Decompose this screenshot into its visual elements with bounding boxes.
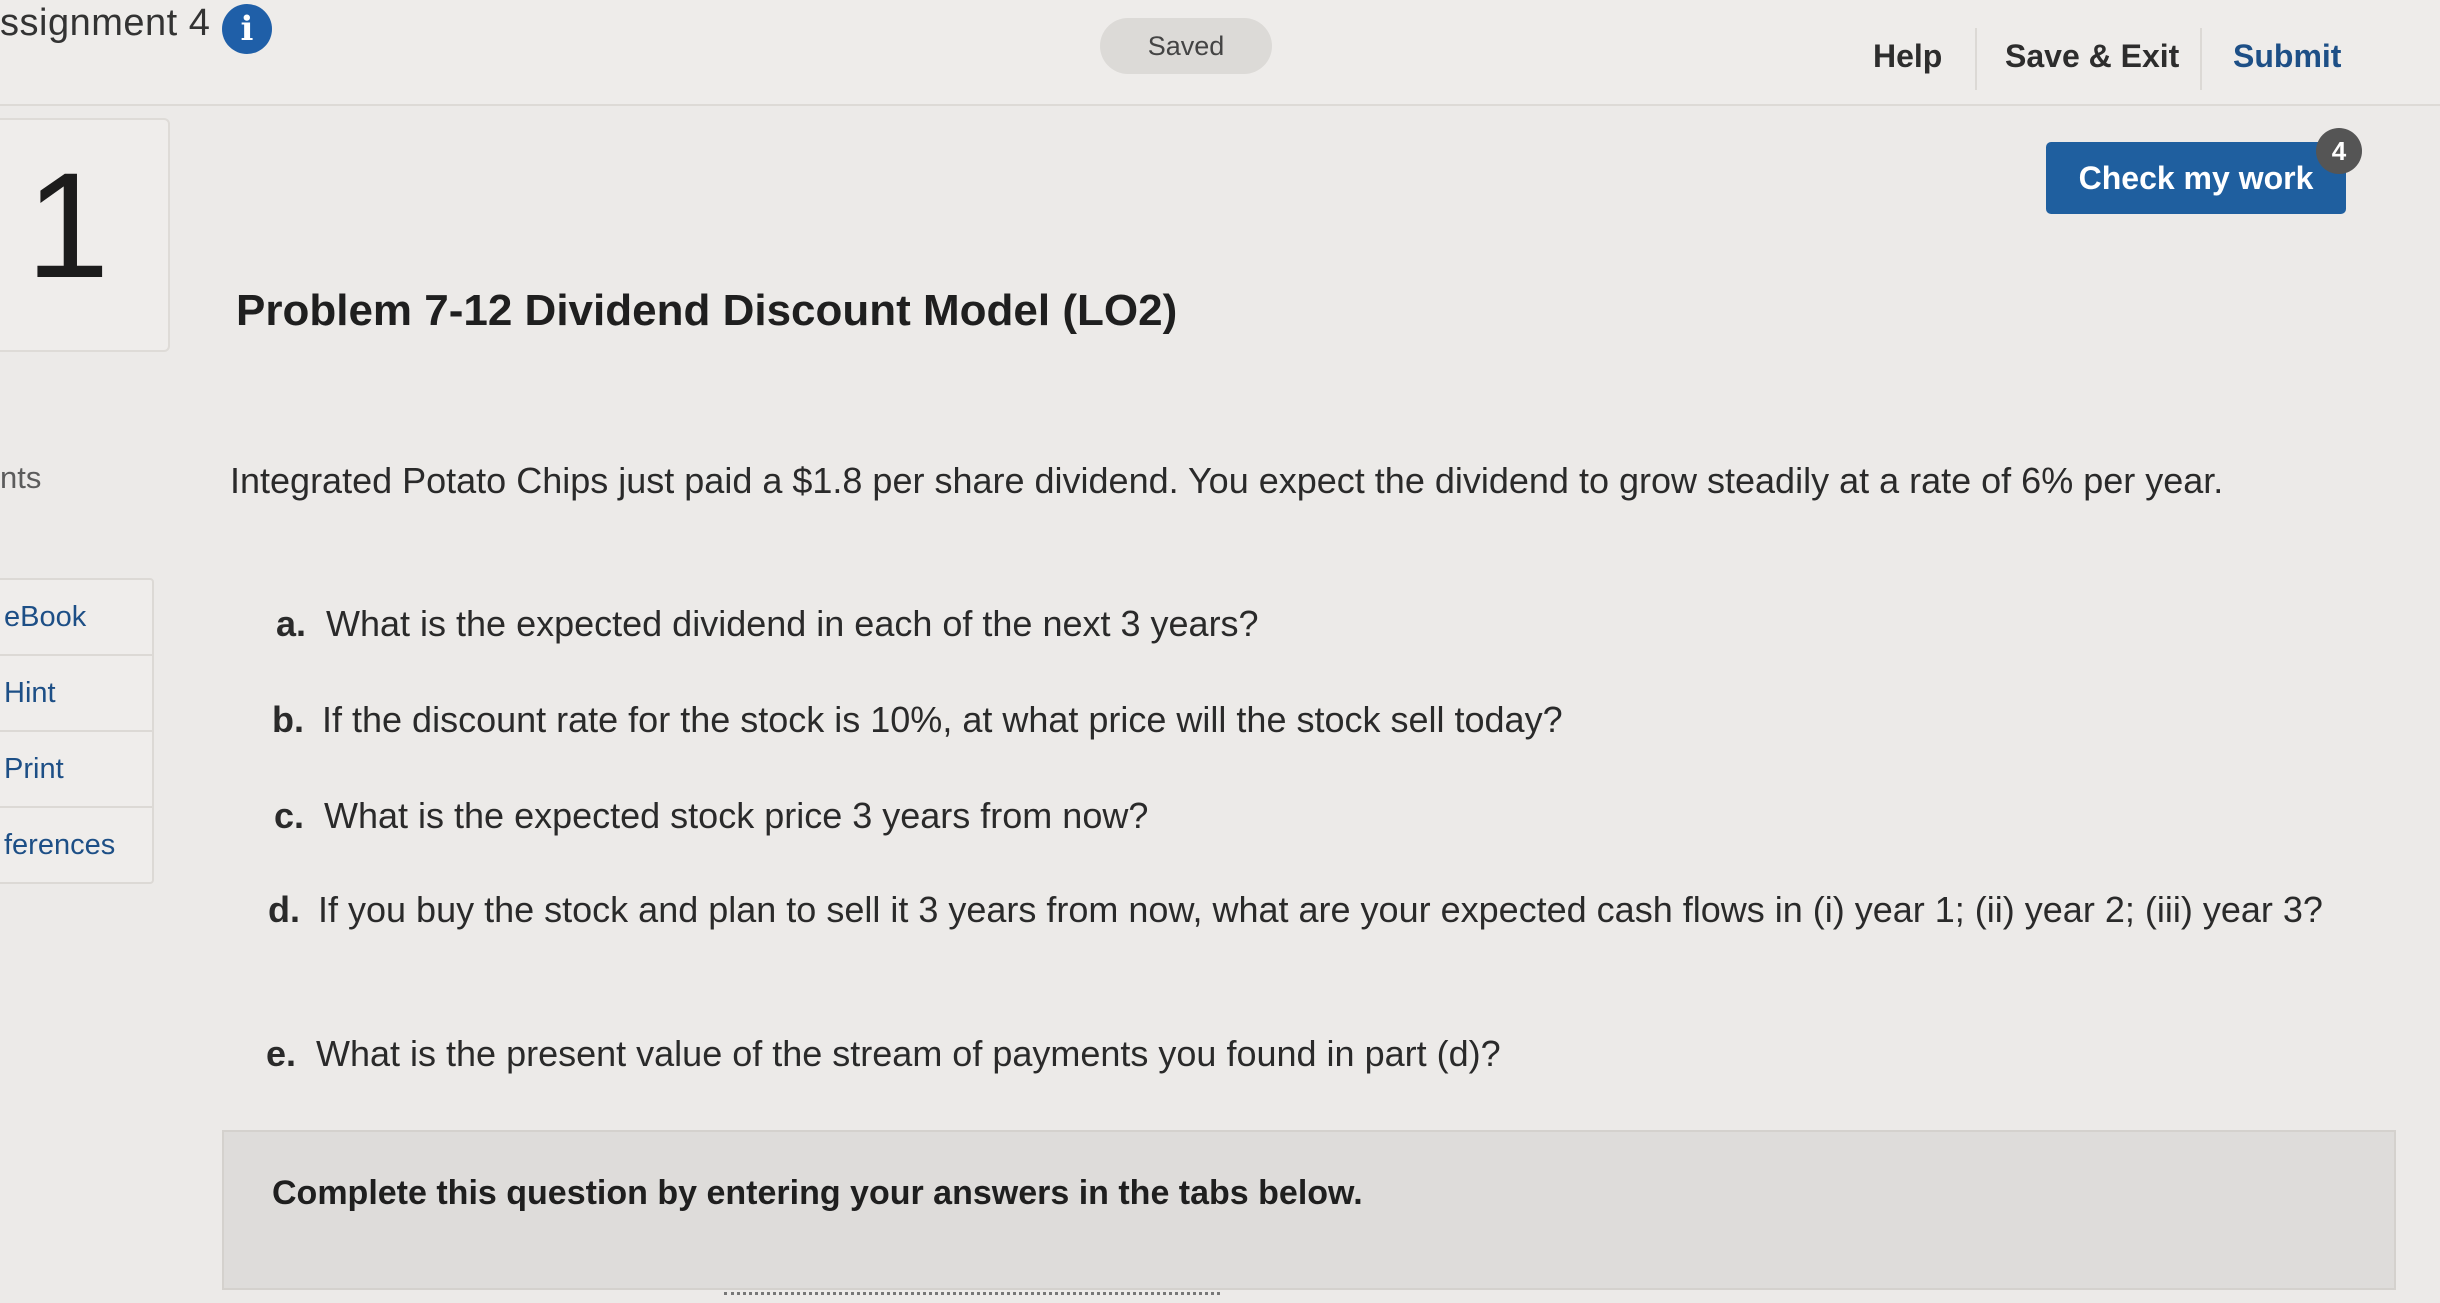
- question-c: c. What is the expected stock price 3 yea…: [274, 792, 1148, 840]
- question-letter: b.: [272, 699, 304, 740]
- question-text: What is the expected dividend in each of…: [326, 603, 1259, 644]
- attempts-badge: 4: [2316, 128, 2362, 174]
- answers-instruction-box: Complete this question by entering your …: [222, 1130, 2396, 1290]
- question-text: If the discount rate for the stock is 10…: [322, 699, 1563, 740]
- question-number: 1: [26, 141, 110, 309]
- help-link[interactable]: Help: [1873, 38, 1942, 75]
- top-bar: ssignment 4 i Saved Help Save & Exit Sub…: [0, 0, 2440, 106]
- ebook-link[interactable]: eBook: [0, 580, 152, 656]
- question-letter: d.: [268, 889, 300, 930]
- question-b: b. If the discount rate for the stock is …: [272, 696, 1563, 744]
- question-e: e. What is the present value of the strea…: [266, 1030, 1501, 1078]
- question-a: a. What is the expected dividend in each …: [276, 600, 1259, 648]
- submit-link[interactable]: Submit: [2233, 38, 2341, 75]
- saved-status-badge: Saved: [1100, 18, 1272, 74]
- info-icon[interactable]: i: [222, 4, 272, 54]
- points-label: nts: [0, 460, 42, 495]
- answer-tab-strip[interactable]: [724, 1292, 1220, 1303]
- question-d: d. If you buy the stock and plan to sell …: [268, 886, 2388, 934]
- question-letter: e.: [266, 1033, 297, 1074]
- references-link[interactable]: ferences: [0, 808, 152, 882]
- answers-instruction: Complete this question by entering your …: [272, 1174, 1363, 1212]
- problem-intro: Integrated Potato Chips just paid a $1.8…: [230, 460, 2224, 501]
- side-tools-panel: eBook Hint Print ferences: [0, 578, 154, 884]
- nav-divider: [1975, 28, 1977, 90]
- problem-title: Problem 7-12 Dividend Discount Model (LO…: [236, 286, 1178, 335]
- question-text: What is the present value of the stream …: [316, 1033, 1501, 1074]
- hint-link[interactable]: Hint: [0, 656, 152, 732]
- question-text: What is the expected stock price 3 years…: [324, 795, 1149, 836]
- check-my-work-button[interactable]: Check my work: [2046, 142, 2346, 214]
- question-text: If you buy the stock and plan to sell it…: [318, 889, 2323, 930]
- print-link[interactable]: Print: [0, 732, 152, 808]
- assignment-title: ssignment 4: [0, 2, 211, 44]
- save-exit-link[interactable]: Save & Exit: [2005, 38, 2179, 75]
- question-letter: c.: [274, 795, 305, 836]
- nav-divider: [2200, 28, 2202, 90]
- question-letter: a.: [276, 603, 307, 644]
